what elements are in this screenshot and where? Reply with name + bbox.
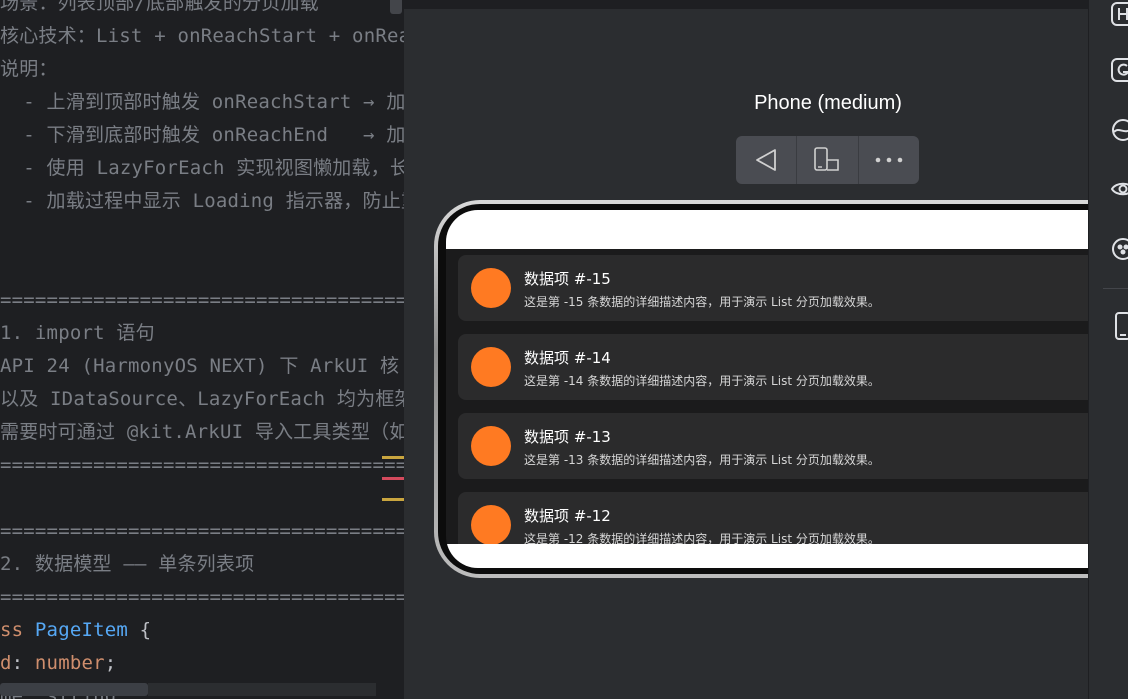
code-line: API 24 (HarmonyOS NEXT) 下 ArkUI 核: [0, 350, 399, 383]
list-item[interactable]: 数据项 #-12 这是第 -12 条数据的详细描述内容，用于演示 List 分页加…: [458, 492, 1088, 544]
h-letter-icon: [1111, 2, 1128, 26]
code-token: 说明：: [0, 58, 58, 80]
code-token: 2. 数据模型 —— 单条列表项: [0, 553, 255, 575]
code-token: API 24 (HarmonyOS NEXT) 下 ArkUI 核: [0, 355, 400, 377]
code-line: 以及 IDataSource、LazyForEach 均为框架: [0, 383, 404, 416]
code-token: {: [128, 619, 152, 641]
device-fold-icon: [814, 147, 840, 171]
item-title: 数据项 #-13: [524, 428, 611, 446]
code-token: ========================================…: [0, 520, 404, 542]
code-line: ========================================…: [0, 449, 404, 482]
gear-cluster-icon: [1112, 238, 1128, 260]
code-token: ========================================…: [0, 454, 404, 476]
code-token: ;: [104, 652, 117, 674]
swirl-icon: [1112, 119, 1128, 141]
eye-tool-button[interactable]: [1109, 175, 1128, 203]
device-toolbar: [736, 136, 919, 184]
code-line: 需要时可通过 @kit.ArkUI 导入工具类型（如: [0, 416, 404, 449]
cluster-tool-button[interactable]: [1109, 235, 1128, 263]
device-title: Phone (medium): [754, 92, 902, 114]
more-dots-icon: [875, 157, 903, 163]
code-line: 1. import 语句: [0, 317, 155, 350]
item-title: 数据项 #-12: [524, 507, 611, 525]
code-token: PageItem: [34, 619, 129, 641]
previewer-panel: Phone (medium) 数据项 #-15 这是第 -15 条数据的详细描述…: [404, 0, 1088, 699]
item-title: 数据项 #-14: [524, 349, 611, 367]
back-button[interactable]: [736, 136, 798, 184]
code-token: - 下滑到底部时触发 onReachEnd → 加: [0, 124, 404, 146]
right-tool-strip: [1088, 0, 1128, 699]
phone-frame: 数据项 #-15 这是第 -15 条数据的详细描述内容，用于演示 List 分页加…: [434, 200, 1088, 578]
code-token: 场景：列表顶部/底部触发的分页加载: [0, 0, 319, 14]
eye-icon: [1110, 182, 1128, 196]
bottom-area: [446, 544, 1088, 568]
error-marker: [382, 477, 404, 480]
code-line: 说明：: [0, 53, 58, 86]
item-avatar: [471, 505, 511, 544]
code-line: ========================================…: [0, 515, 404, 548]
code-line: 2. 数据模型 —— 单条列表项: [0, 548, 254, 581]
list-item[interactable]: 数据项 #-15 这是第 -15 条数据的详细描述内容，用于演示 List 分页加…: [458, 255, 1088, 321]
code-token: 以及 IDataSource、LazyForEach 均为框架: [0, 388, 404, 410]
item-title: 数据项 #-15: [524, 270, 611, 288]
code-line: ss PageItem {: [0, 614, 151, 647]
code-token: 需要时可通过 @kit.ArkUI 导入工具类型（如: [0, 421, 404, 443]
phone-device-icon: [1115, 312, 1128, 340]
editor-vertical-scrollbar[interactable]: [390, 0, 402, 14]
horizontal-scroll-track: [148, 683, 376, 696]
list-item[interactable]: 数据项 #-14 这是第 -14 条数据的详细描述内容，用于演示 List 分页加…: [458, 334, 1088, 400]
code-line: - 上滑到顶部时触发 onReachStart → 加: [0, 86, 404, 119]
previewer-top-bar: [404, 0, 1088, 9]
tool-separator: [1103, 288, 1128, 289]
change-marker: [382, 456, 404, 459]
code-line: - 下滑到底部时触发 onReachEnd → 加: [0, 119, 404, 152]
code-token: - 加载过程中显示 Loading 指示器，防止重: [0, 190, 404, 212]
triangle-back-icon: [756, 149, 777, 171]
code-line: ========================================…: [0, 284, 404, 317]
code-line: - 使用 LazyForEach 实现视图懒加载，长: [0, 152, 404, 185]
code-token: number: [34, 652, 105, 674]
code-line: 场景：列表顶部/底部触发的分页加载: [0, 0, 319, 20]
fold-device-button[interactable]: [797, 136, 859, 184]
item-description: 这是第 -14 条数据的详细描述内容，用于演示 List 分页加载效果。: [524, 374, 880, 388]
change-marker: [382, 498, 404, 501]
item-description: 这是第 -12 条数据的详细描述内容，用于演示 List 分页加载效果。: [524, 532, 880, 544]
swirl-tool-button[interactable]: [1109, 116, 1128, 144]
h-tool-button[interactable]: [1109, 0, 1128, 28]
code-token: 1. import 语句: [0, 322, 155, 344]
code-line: - 加载过程中显示 Loading 指示器，防止重: [0, 185, 404, 218]
item-avatar: [471, 347, 511, 387]
g-letter-icon: [1111, 58, 1128, 82]
code-token: ss: [0, 619, 35, 641]
code-token: ========================================…: [0, 586, 404, 608]
code-token: :: [11, 652, 35, 674]
item-avatar: [471, 426, 511, 466]
item-description: 这是第 -15 条数据的详细描述内容，用于演示 List 分页加载效果。: [524, 295, 880, 309]
code-token: d: [0, 652, 12, 674]
phone-screen[interactable]: 数据项 #-15 这是第 -15 条数据的详细描述内容，用于演示 List 分页加…: [446, 210, 1088, 568]
g-tool-button[interactable]: [1109, 56, 1128, 84]
code-line: d: number;: [0, 647, 116, 680]
phone-bezel: 数据项 #-15 这是第 -15 条数据的详细描述内容，用于演示 List 分页加…: [438, 204, 1088, 574]
code-editor[interactable]: 场景：列表顶部/底部触发的分页加载核心技术：List + onReachStar…: [0, 0, 404, 699]
paged-list[interactable]: 数据项 #-15 这是第 -15 条数据的详细描述内容，用于演示 List 分页加…: [446, 249, 1088, 544]
code-token: 核心技术：List + onReachStart + onRea: [0, 25, 404, 47]
device-tool-button[interactable]: [1109, 312, 1128, 340]
code-line: ========================================…: [0, 581, 404, 614]
status-area: [446, 210, 1088, 249]
code-token: - 上滑到顶部时触发 onReachStart → 加: [0, 91, 404, 113]
item-description: 这是第 -13 条数据的详细描述内容，用于演示 List 分页加载效果。: [524, 453, 880, 467]
list-item[interactable]: 数据项 #-13 这是第 -13 条数据的详细描述内容，用于演示 List 分页加…: [458, 413, 1088, 479]
item-avatar: [471, 268, 511, 308]
horizontal-scrollbar[interactable]: [0, 683, 148, 696]
code-token: ========================================…: [0, 289, 404, 311]
code-line: 核心技术：List + onReachStart + onRea: [0, 20, 404, 53]
more-button[interactable]: [859, 136, 919, 184]
code-token: - 使用 LazyForEach 实现视图懒加载，长: [0, 157, 404, 179]
